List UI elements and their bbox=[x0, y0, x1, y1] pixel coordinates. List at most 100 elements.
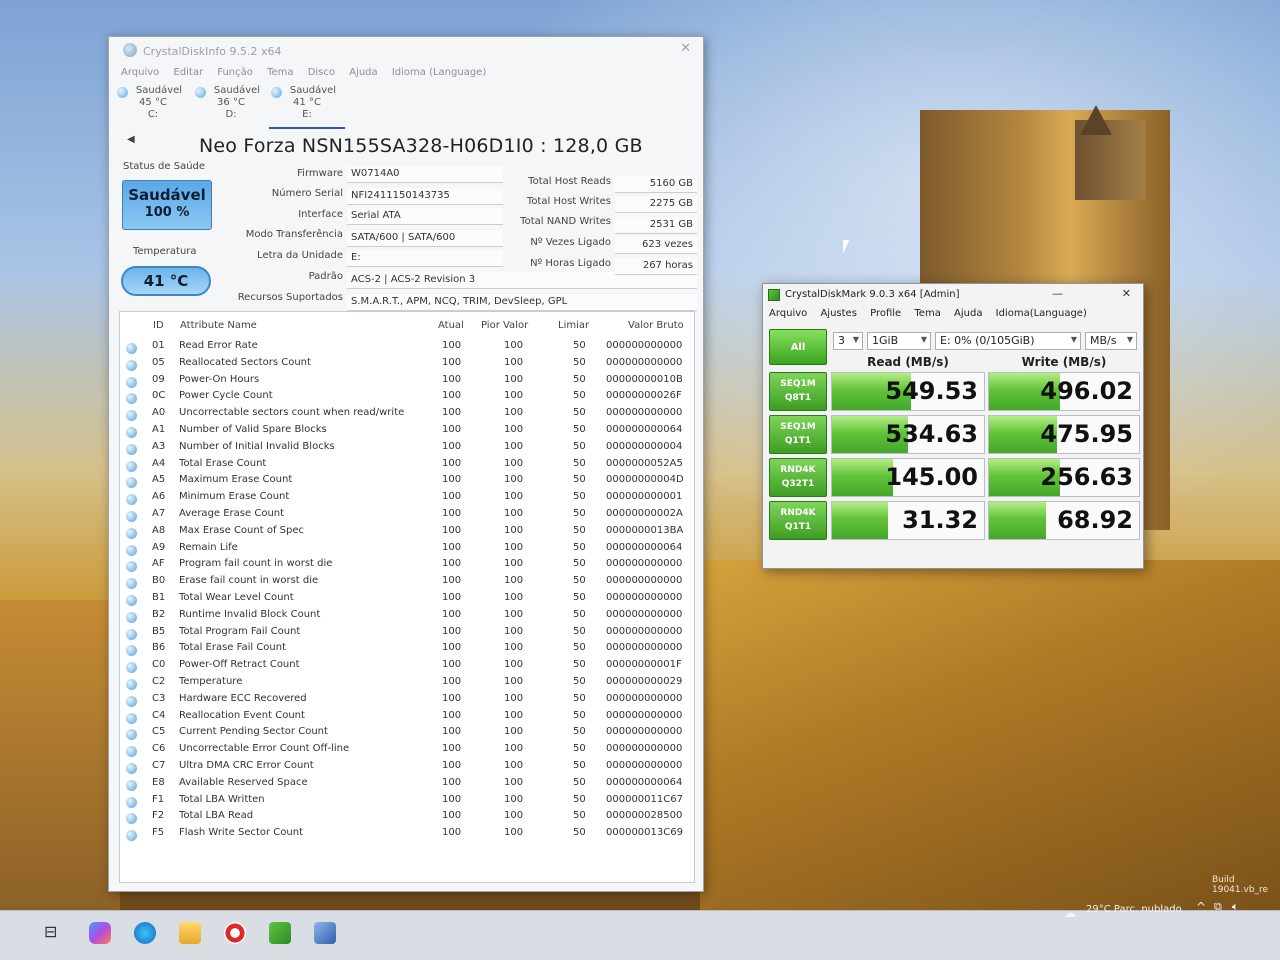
column-header-threshold[interactable]: Limiar bbox=[558, 320, 589, 331]
menu-ajuda[interactable]: Ajuda bbox=[954, 308, 982, 319]
menu-profile[interactable]: Profile bbox=[870, 308, 901, 319]
crystaldiskinfo-taskbar-icon[interactable] bbox=[314, 922, 336, 944]
table-row[interactable]: 05 Reallocated Sectors Count 100 100 50 00000… bbox=[120, 357, 694, 374]
write-result-value: 68.92 bbox=[1057, 506, 1133, 534]
table-row[interactable]: F2 Total LBA Read 100 100 50 000000028500 bbox=[120, 810, 694, 827]
menu-idioma[interactable]: Idioma (Language) bbox=[392, 67, 486, 78]
menu-arquivo[interactable]: Arquivo bbox=[121, 67, 159, 78]
column-header-worst[interactable]: Pior Valor bbox=[481, 320, 528, 331]
all-tests-button[interactable]: All bbox=[769, 329, 827, 365]
test-button-seq1m-q8t1[interactable]: SEQ1M Q8T1 bbox=[769, 372, 827, 411]
table-row[interactable]: C5 Current Pending Sector Count 100 100 50 00… bbox=[120, 726, 694, 743]
table-row[interactable]: A6 Minimum Erase Count 100 100 50 00000000000… bbox=[120, 491, 694, 508]
column-header-id[interactable]: ID bbox=[153, 320, 164, 331]
close-icon[interactable]: ✕ bbox=[680, 41, 691, 56]
status-bulb-icon bbox=[126, 763, 137, 774]
table-row[interactable]: C6 Uncorrectable Error Count Off-line 100 1… bbox=[120, 743, 694, 760]
table-row[interactable]: C0 Power-Off Retract Count 100 100 50 0000000… bbox=[120, 659, 694, 676]
attr-raw: 000000011C67 bbox=[606, 793, 683, 805]
health-status-box[interactable]: Saudável 100 % bbox=[122, 180, 212, 230]
previous-disk-icon[interactable]: ◀ bbox=[127, 134, 135, 145]
table-row[interactable]: AF Program fail count in worst die 100 100 5… bbox=[120, 558, 694, 575]
table-row[interactable]: 01 Read Error Rate 100 100 50 000000000000 bbox=[120, 340, 694, 357]
table-row[interactable]: C3 Hardware ECC Recovered 100 100 50 00000000… bbox=[120, 693, 694, 710]
table-row[interactable]: B2 Runtime Invalid Block Count 100 100 50 000… bbox=[120, 609, 694, 626]
attr-current: 100 bbox=[442, 625, 462, 637]
test-button-seq1m-q1t1[interactable]: SEQ1M Q1T1 bbox=[769, 415, 827, 454]
column-header-current[interactable]: Atual bbox=[438, 320, 464, 331]
copilot-icon[interactable] bbox=[89, 922, 111, 944]
table-row[interactable]: A9 Remain Life 100 100 50 000000000064 bbox=[120, 542, 694, 559]
table-row[interactable]: B5 Total Program Fail Count 100 100 50 000000… bbox=[120, 626, 694, 643]
menu-ajuda[interactable]: Ajuda bbox=[349, 67, 377, 78]
attr-name: Runtime Invalid Block Count bbox=[179, 608, 321, 620]
table-row[interactable]: F1 Total LBA Written 100 100 50 000000011C67 bbox=[120, 794, 694, 811]
table-row[interactable]: A0 Uncorrectable sectors count when read/… bbox=[120, 407, 694, 424]
table-row[interactable]: A8 Max Erase Count of Spec 100 100 50 0000000… bbox=[120, 525, 694, 542]
file-explorer-icon[interactable] bbox=[179, 922, 201, 944]
menu-arquivo[interactable]: Arquivo bbox=[769, 308, 807, 319]
crystaldiskmark-taskbar-icon[interactable] bbox=[269, 922, 291, 944]
table-row[interactable]: A5 Maximum Erase Count 100 100 50 00000000004… bbox=[120, 474, 694, 491]
column-header-name[interactable]: Attribute Name bbox=[180, 320, 257, 331]
test-queue: Q1T1 bbox=[784, 522, 812, 532]
attr-current: 100 bbox=[442, 424, 462, 435]
table-row[interactable]: 0C Power Cycle Count 100 100 50 00000000026F bbox=[120, 390, 694, 407]
menu-tema[interactable]: Tema bbox=[914, 308, 940, 319]
status-bulb-icon bbox=[126, 443, 137, 455]
attr-threshold: 50 bbox=[573, 608, 586, 620]
menu-funcao[interactable]: Função bbox=[217, 67, 253, 78]
temperature-box[interactable]: 41 °C bbox=[121, 266, 211, 296]
disk-tab-e[interactable]: Saudável 41 °C E: bbox=[269, 85, 345, 129]
network-icon[interactable]: ⧉ bbox=[1214, 900, 1222, 914]
table-row[interactable]: A7 Average Erase Count 100 100 50 00000000002… bbox=[120, 508, 694, 525]
volume-icon[interactable]: 🔈︎ bbox=[1232, 900, 1239, 914]
table-row[interactable]: B6 Total Erase Fail Count 100 100 50 00000000… bbox=[120, 642, 694, 659]
table-row[interactable]: A3 Number of Initial Invalid Blocks 100 100… bbox=[120, 441, 694, 458]
table-row[interactable]: B1 Total Wear Level Count 100 100 50 00000000… bbox=[120, 592, 694, 609]
table-row[interactable]: E8 Available Reserved Space 100 100 50 000000… bbox=[120, 777, 694, 794]
weather-cloud-icon[interactable]: ☁ bbox=[1064, 906, 1076, 920]
test-button-rnd4k-q1t1[interactable]: RND4K Q1T1 bbox=[769, 501, 827, 540]
edge-browser-icon[interactable] bbox=[134, 922, 156, 944]
disk-tab-d[interactable]: Saudável 36 °C D: bbox=[193, 85, 269, 129]
table-row[interactable]: A4 Total Erase Count 100 100 50 0000000052A5 bbox=[120, 458, 694, 475]
close-icon[interactable]: ✕ bbox=[1122, 287, 1131, 300]
test-size-select[interactable]: 1GiB ▼ bbox=[867, 332, 931, 350]
menu-ajustes[interactable]: Ajustes bbox=[820, 308, 856, 319]
attr-id: A8 bbox=[152, 524, 166, 536]
features-value: S.M.A.R.T., APM, NCQ, TRIM, DevSleep, GP… bbox=[347, 294, 697, 311]
test-count-select[interactable]: 3 ▼ bbox=[833, 332, 863, 350]
test-button-rnd4k-q32t1[interactable]: RND4K Q32T1 bbox=[769, 458, 827, 497]
smart-attribute-table[interactable]: ID Attribute Name Atual Pior Valor Limia… bbox=[119, 311, 695, 883]
opera-browser-icon[interactable] bbox=[224, 922, 246, 944]
status-bulb-icon bbox=[126, 460, 137, 472]
table-row[interactable]: B0 Erase fail count in worst die 100 100 50 0… bbox=[120, 575, 694, 592]
attr-id: F5 bbox=[152, 827, 165, 839]
attr-current: 100 bbox=[442, 457, 462, 469]
table-row[interactable]: C2 Temperature 100 100 50 000000000029 bbox=[120, 676, 694, 693]
drive-select[interactable]: E: 0% (0/105GiB) ▼ bbox=[935, 332, 1081, 350]
minimize-icon[interactable]: — bbox=[1052, 287, 1063, 300]
cdi-title: CrystalDiskInfo 9.5.2 x64 bbox=[143, 45, 282, 58]
read-result: 145.00 bbox=[831, 458, 985, 497]
health-dot-icon bbox=[195, 87, 206, 98]
menu-editar[interactable]: Editar bbox=[173, 67, 203, 78]
read-result-bar bbox=[832, 502, 889, 539]
menu-idioma[interactable]: Idioma(Language) bbox=[996, 308, 1087, 319]
wallpaper-tower-spire bbox=[1080, 105, 1112, 135]
disk-tab-c[interactable]: Saudável 45 °C C: bbox=[115, 85, 191, 129]
table-row[interactable]: A1 Number of Valid Spare Blocks 100 100 50 00… bbox=[120, 424, 694, 441]
task-view-icon[interactable]: ⊟ bbox=[44, 922, 66, 944]
weather-status[interactable]: 29°C Parc. nublado bbox=[1086, 904, 1182, 915]
host-writes-value: 2275 GB bbox=[615, 196, 697, 213]
table-row[interactable]: C4 Reallocation Event Count 100 100 50 000000… bbox=[120, 710, 694, 727]
table-row[interactable]: 09 Power-On Hours 100 100 50 00000000010B bbox=[120, 374, 694, 391]
menu-tema[interactable]: Tema bbox=[267, 67, 293, 78]
table-row[interactable]: C7 Ultra DMA CRC Error Count 100 100 50 00000… bbox=[120, 760, 694, 777]
table-row[interactable]: F5 Flash Write Sector Count 100 100 50 000000… bbox=[120, 827, 694, 844]
tray-chevron-icon[interactable]: ^ bbox=[1196, 900, 1206, 914]
unit-select[interactable]: MB/s ▼ bbox=[1085, 332, 1137, 350]
menu-disco[interactable]: Disco bbox=[308, 67, 335, 78]
column-header-raw[interactable]: Valor Bruto bbox=[628, 320, 684, 331]
